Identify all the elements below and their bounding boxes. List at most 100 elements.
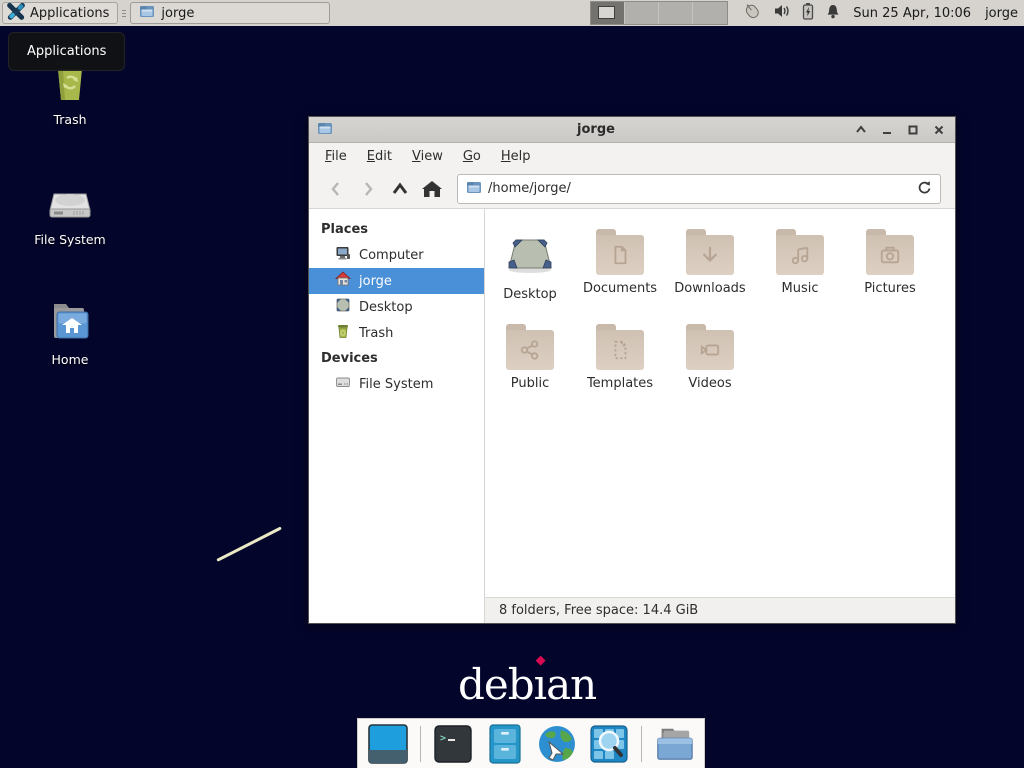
public-folder-icon	[506, 330, 554, 370]
top-panel: Applications jorge	[0, 0, 1024, 26]
videos-folder-icon	[686, 330, 734, 370]
web-browser-launcher-icon[interactable]	[537, 724, 577, 764]
home-folder-icon	[15, 296, 125, 348]
debian-logo: debı◆an	[458, 660, 596, 709]
shade-button[interactable]	[853, 122, 869, 138]
sidebar-item-desktop[interactable]: Desktop	[309, 294, 484, 320]
documents-folder-icon	[596, 235, 644, 275]
location-bar[interactable]: /home/jorge/	[457, 174, 941, 204]
file-item-label: Pictures	[864, 281, 915, 296]
directory-menu-icon[interactable]	[654, 724, 694, 764]
workspace-1[interactable]	[591, 2, 625, 24]
pictures-folder-icon	[866, 235, 914, 275]
sidebar-item-jorge[interactable]: jorge	[309, 268, 484, 294]
file-item-label: Downloads	[674, 281, 745, 296]
forward-button[interactable]	[355, 176, 381, 202]
up-button[interactable]	[387, 176, 413, 202]
menu-go[interactable]: Go	[453, 146, 491, 167]
taskbar-window-label: jorge	[161, 6, 194, 21]
taskbar-window-button[interactable]: jorge	[130, 2, 330, 24]
panel-clock[interactable]: Sun 25 Apr, 10:06	[853, 6, 971, 21]
debian-red-diamond: ◆	[536, 653, 545, 668]
menu-help[interactable]: Help	[491, 146, 541, 167]
sidebar: Places Computer	[309, 209, 485, 623]
workspace-2[interactable]	[625, 2, 659, 24]
volume-icon[interactable]	[773, 3, 791, 23]
sidebar-header-devices: Devices	[309, 346, 484, 371]
file-item-music[interactable]: Music	[755, 227, 845, 322]
mouse-icon[interactable]	[742, 2, 762, 24]
titlebar[interactable]: jorge	[309, 117, 955, 143]
file-item-label: Videos	[688, 376, 731, 391]
drive-icon	[335, 374, 351, 394]
dock-separator	[420, 726, 421, 762]
window-title: jorge	[339, 122, 853, 137]
file-item-label: Public	[511, 376, 549, 391]
file-manager-window: jorge File Edit View Go Help	[308, 116, 956, 624]
desktop-icon-label: Trash	[15, 112, 125, 127]
applications-menu-button[interactable]: Applications	[2, 2, 118, 24]
file-item-templates[interactable]: Templates	[575, 322, 665, 417]
file-item-documents[interactable]: Documents	[575, 227, 665, 322]
reload-icon[interactable]	[916, 179, 932, 199]
file-item-public[interactable]: Public	[485, 322, 575, 417]
panel-separator-handle	[119, 4, 129, 22]
sidebar-item-trash[interactable]: Trash	[309, 320, 484, 346]
desktop-folder-icon	[505, 231, 555, 281]
close-button[interactable]	[931, 122, 947, 138]
menu-view[interactable]: View	[402, 146, 453, 167]
battery-icon[interactable]	[802, 2, 814, 24]
trash-icon	[335, 323, 351, 343]
dock-separator	[641, 726, 642, 762]
applications-menu-label: Applications	[30, 6, 109, 21]
downloads-folder-icon	[686, 235, 734, 275]
panel-user-label[interactable]: jorge	[985, 6, 1018, 21]
folder-icon	[466, 179, 482, 199]
file-item-label: Documents	[583, 281, 657, 296]
sidebar-item-filesystem[interactable]: File System	[309, 371, 484, 397]
debian-logo-text: deb	[458, 660, 534, 709]
workspace-switcher[interactable]	[590, 1, 728, 25]
file-item-desktop[interactable]: Desktop	[485, 227, 575, 322]
debian-logo-text: an	[546, 660, 596, 709]
desktop-icon-label: File System	[15, 232, 125, 247]
dock-panel: >	[357, 718, 705, 768]
notifications-bell-icon[interactable]	[825, 3, 841, 24]
desktop-icon-label: Home	[15, 352, 125, 367]
home-icon	[335, 271, 351, 291]
folder-icon	[139, 3, 155, 23]
toolbar: /home/jorge/	[309, 169, 955, 209]
maximize-button[interactable]	[905, 122, 921, 138]
application-finder-launcher-icon[interactable]	[589, 724, 629, 764]
applications-tooltip: Applications	[8, 32, 125, 71]
sidebar-header-places: Places	[309, 217, 484, 242]
file-item-label: Desktop	[503, 287, 557, 302]
minimize-button[interactable]	[879, 122, 895, 138]
file-item-downloads[interactable]: Downloads	[665, 227, 755, 322]
file-manager-launcher-icon[interactable]	[485, 724, 525, 764]
file-item-label: Music	[782, 281, 819, 296]
file-view[interactable]: Desktop Documents Downloads	[485, 209, 955, 597]
location-path[interactable]: /home/jorge/	[488, 181, 910, 196]
show-desktop-icon[interactable]	[368, 724, 408, 764]
desktop-icon-filesystem[interactable]: File System	[15, 176, 125, 247]
workspace-3[interactable]	[659, 2, 693, 24]
menu-edit[interactable]: Edit	[357, 146, 402, 167]
folder-icon	[317, 120, 333, 140]
desktop-icon-home[interactable]: Home	[15, 296, 125, 367]
computer-icon	[335, 245, 351, 265]
file-item-pictures[interactable]: Pictures	[845, 227, 935, 322]
workspace-4[interactable]	[693, 2, 727, 24]
file-item-videos[interactable]: Videos	[665, 322, 755, 417]
sidebar-item-computer[interactable]: Computer	[309, 242, 484, 268]
drive-icon	[15, 176, 125, 228]
back-button[interactable]	[323, 176, 349, 202]
menu-file[interactable]: File	[315, 146, 357, 167]
xfce-applications-icon	[7, 2, 25, 24]
svg-text:>: >	[440, 733, 446, 744]
sidebar-item-label: File System	[359, 377, 433, 392]
sidebar-item-label: Trash	[359, 326, 393, 341]
terminal-launcher-icon[interactable]: >	[433, 724, 473, 764]
tooltip-text: Applications	[27, 44, 106, 59]
home-button[interactable]	[419, 176, 445, 202]
